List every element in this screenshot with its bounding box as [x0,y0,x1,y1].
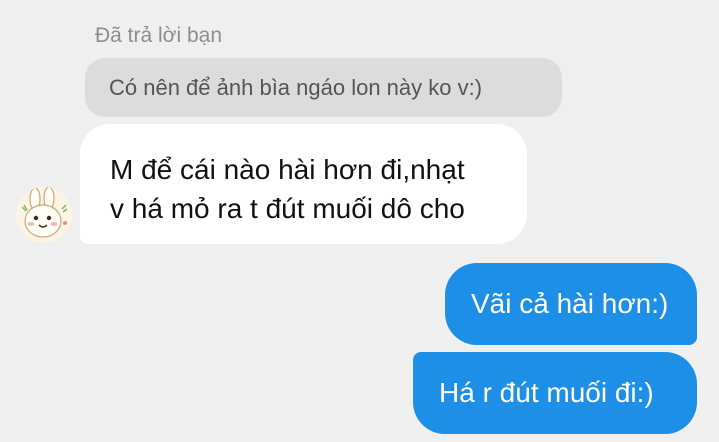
sent-message-text-1: Vãi cả hài hơn:) [471,288,669,319]
quoted-message-text: Có nên để ảnh bìa ngáo lon này ko v:) [109,74,483,100]
received-message-line-1: M để cái nào hài hơn đi,nhạt [110,154,465,185]
sent-message-text-2: Há r đút muối đi:) [439,377,654,408]
sender-avatar[interactable] [16,187,72,243]
bunny-avatar-icon [16,187,72,243]
reply-label: Đã trả lời bạn [95,24,222,47]
received-message-bubble[interactable]: M để cái nào hài hơn đi,nhạt v há mỏ ra … [80,124,527,244]
sent-message-bubble-1[interactable]: Vãi cả hài hơn:) [445,263,697,345]
quoted-message-bubble[interactable]: Có nên để ảnh bìa ngáo lon này ko v:) [85,58,562,117]
received-message-line-2: v há mỏ ra t đút muối dô cho [110,193,465,224]
sent-message-bubble-2[interactable]: Há r đút muối đi:) [413,352,697,434]
